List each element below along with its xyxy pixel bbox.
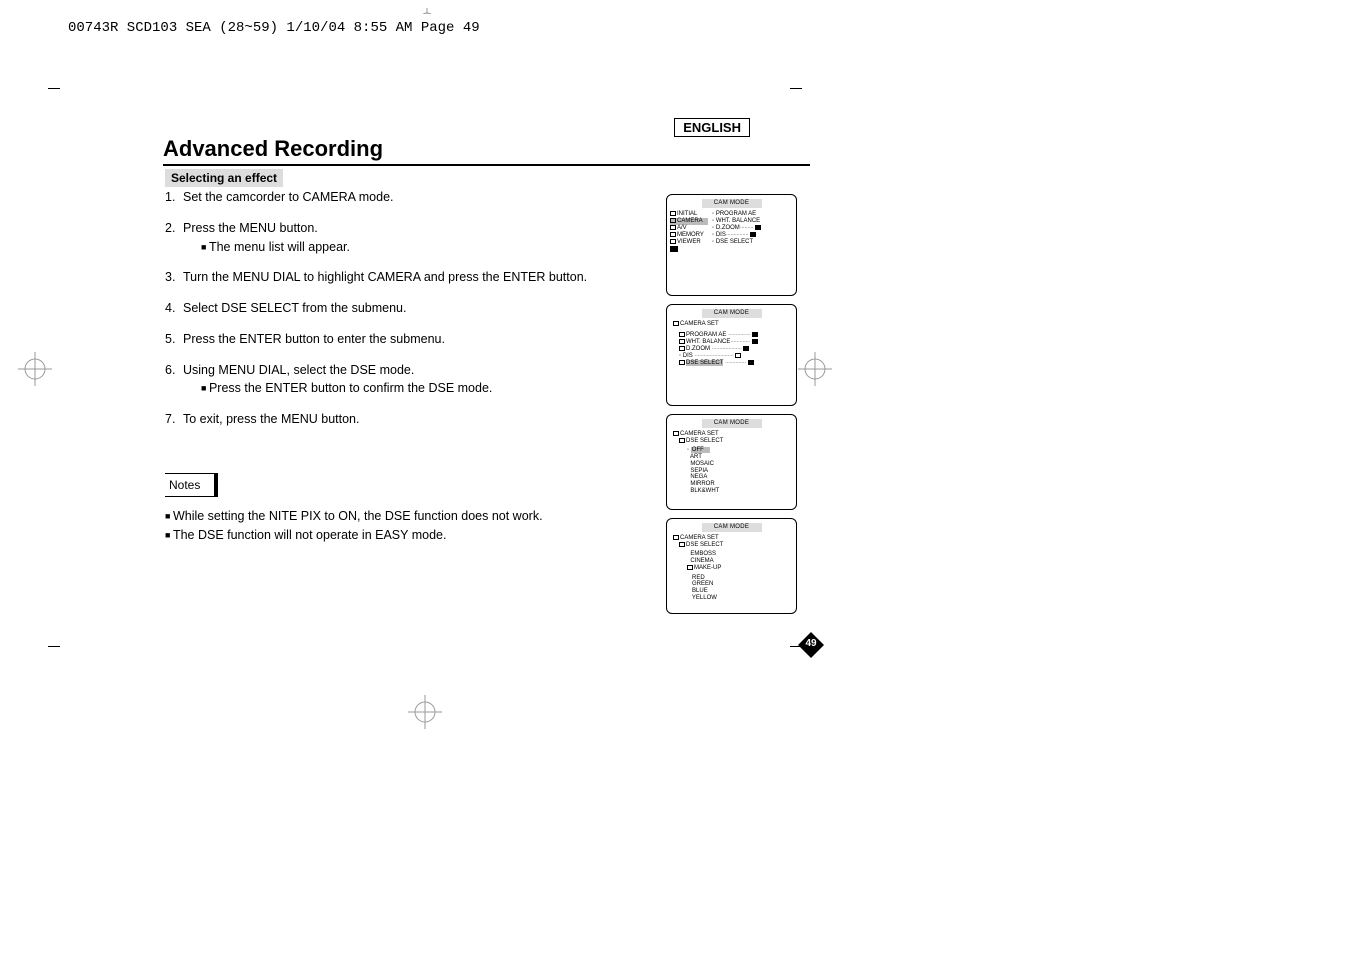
dse-suboption: RED	[670, 575, 793, 582]
screen-title: CAM MODE	[702, 523, 762, 532]
submenu-item: WHT. BALANCE·············	[670, 339, 793, 346]
crop-mark	[48, 646, 60, 647]
dse-suboption: YELLOW	[670, 595, 793, 602]
dse-option: ART	[670, 454, 793, 461]
dse-option: MOSAIC	[670, 461, 793, 468]
dse-suboption: BLUE	[670, 588, 793, 595]
submenu-item: PROGRAM AE ···············	[670, 332, 793, 339]
submenu-item: D.ZOOM ····················	[670, 346, 793, 353]
submenu-item: ◦ PROGRAM AE	[712, 211, 793, 218]
registration-mark-icon	[18, 352, 52, 386]
instruction-step: 7.To exit, press the MENU button.	[165, 410, 645, 429]
screen-title: CAM MODE	[702, 309, 762, 318]
cam-menu-screen-4: CAM MODE CAMERA SET DSE SELECT EMBOSS CI…	[666, 518, 797, 614]
menu-item: INITIAL	[670, 211, 708, 218]
instruction-step: 2.Press the MENU button.The menu list wi…	[165, 219, 645, 257]
menu-item: A/V	[670, 225, 708, 232]
screen-title: CAM MODE	[702, 199, 762, 208]
dse-option: NEGA	[670, 474, 793, 481]
page-number-badge: 49	[798, 632, 824, 658]
cam-menu-screen-3: CAM MODE CAMERA SET DSE SELECT ◦ OFF ART…	[666, 414, 797, 510]
section-heading: Selecting an effect	[165, 169, 283, 187]
cam-menu-screen-1: CAM MODE INITIAL CAMERA A/V MEMORY VIEWE…	[666, 194, 797, 296]
dse-option: MAKE-UP	[670, 565, 793, 572]
instruction-step: 6.Using MENU DIAL, select the DSE mode.P…	[165, 361, 645, 399]
instruction-step: 3.Turn the MENU DIAL to highlight CAMERA…	[165, 268, 645, 287]
instruction-step: 1.Set the camcorder to CAMERA mode.	[165, 188, 645, 207]
dse-option: MIRROR	[670, 481, 793, 488]
instruction-column: 1.Set the camcorder to CAMERA mode. 2.Pre…	[165, 188, 645, 544]
return-icon	[670, 246, 678, 252]
registration-mark-icon	[408, 695, 442, 729]
dse-suboption: GREEN	[670, 581, 793, 588]
screen-title: CAM MODE	[702, 419, 762, 428]
registration-mark-icon	[798, 352, 832, 386]
submenu-item: ◦ DIS ··························	[670, 353, 793, 360]
manual-page: ENGLISH Advanced Recording Selecting an …	[60, 14, 790, 664]
instruction-step: 5.Press the ENTER button to enter the su…	[165, 330, 645, 349]
submenu-item: ◦ D.ZOOM·········	[712, 225, 793, 232]
language-badge: ENGLISH	[674, 118, 750, 137]
submenu-item: ◦ DSE SELECT	[712, 239, 793, 246]
crop-mark	[48, 88, 60, 89]
submenu-item-selected: DSE SELECT ··············	[670, 360, 793, 367]
menu-header: CAMERA SET	[670, 535, 793, 542]
menu-header: CAMERA SET	[670, 321, 793, 328]
submenu-item: ◦ DIS···············	[712, 232, 793, 239]
menu-screens-column: CAM MODE INITIAL CAMERA A/V MEMORY VIEWE…	[666, 194, 801, 622]
instruction-step: 4.Select DSE SELECT from the submenu.	[165, 299, 645, 318]
menu-item-selected: CAMERA	[670, 218, 708, 225]
note-item: The DSE function will not operate in EAS…	[165, 526, 645, 545]
menu-subheader: DSE SELECT	[670, 542, 793, 549]
dse-option-selected: ◦ OFF	[670, 447, 793, 454]
page-title: Advanced Recording	[163, 136, 383, 162]
page-number: 49	[798, 638, 824, 649]
instruction-sub-bullet: Press the ENTER button to confirm the DS…	[183, 379, 645, 398]
title-rule	[163, 164, 810, 166]
submenu-item: ◦ WHT. BALANCE	[712, 218, 793, 225]
crop-mark	[790, 88, 802, 89]
dse-option: BLK&WHT	[670, 488, 793, 495]
dse-option: EMBOSS	[670, 551, 793, 558]
menu-item: VIEWER	[670, 239, 708, 246]
menu-header: CAMERA SET	[670, 431, 793, 438]
instruction-sub-bullet: The menu list will appear.	[183, 238, 645, 257]
dse-option: SEPIA	[670, 468, 793, 475]
print-slug: 00743R SCD103 SEA (28~59) 1/10/04 8:55 A…	[68, 20, 480, 36]
notes-heading: Notes	[165, 473, 218, 497]
note-item: While setting the NITE PIX to ON, the DS…	[165, 507, 645, 526]
cam-menu-screen-2: CAM MODE CAMERA SET PROGRAM AE ·········…	[666, 304, 797, 406]
dse-option: CINEMA	[670, 558, 793, 565]
menu-subheader: DSE SELECT	[670, 438, 793, 445]
menu-item: MEMORY	[670, 232, 708, 239]
